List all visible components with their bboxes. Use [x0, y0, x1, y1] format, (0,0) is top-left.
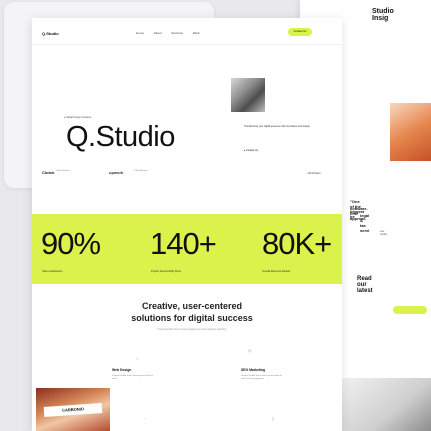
nav-link-work[interactable]: Work: [193, 31, 200, 35]
upwork-sub: 5 Star Reviews: [134, 170, 148, 172]
nav-link-about[interactable]: About: [154, 31, 162, 35]
contact-us-button[interactable]: Contact Us: [288, 28, 312, 36]
service-icon: □: [136, 356, 139, 361]
right-panel-button[interactable]: [393, 306, 427, 314]
service-seo-body: Unique flexible Intent lorem ipsum dolor…: [241, 375, 283, 380]
clutch-sub: 5 Star Reviews: [56, 170, 70, 172]
right-panel-quote-3: legal & tax servi: [360, 213, 370, 233]
nav-link-services[interactable]: Services: [171, 31, 183, 35]
top-nav: Q.Studio Home About Services Work Contac…: [32, 18, 342, 46]
stat-2-number: 140+: [150, 226, 217, 261]
hero-brand-title: Q.Studio: [66, 121, 175, 153]
right-panel-image: [390, 103, 431, 161]
right-panel-bottom-image: [341, 378, 431, 431]
clutch-logo: Clutch: [42, 170, 55, 175]
right-panel-read: Read our latest: [357, 276, 373, 294]
main-page: Q.Studio Home About Services Work Contac…: [32, 18, 342, 431]
section-subtitle: Unique flexible Intent Local engagement …: [157, 328, 227, 331]
stat-1-label: Client satisfaction: [42, 270, 63, 273]
service-web-design-title: Web Design: [112, 368, 132, 372]
service-web-design-body: Unique flexible Intent lorem ipsum dolor…: [112, 375, 154, 380]
stat-3-number: 80K+: [262, 226, 332, 261]
section-title-line-2: solutions for digital success: [131, 313, 253, 323]
section-title-line-1: Creative, user-centered: [141, 301, 243, 311]
stats-band: 90% Client satisfaction 140+ Project Suc…: [32, 214, 342, 284]
nav-logo[interactable]: Q.Studio: [42, 31, 59, 36]
service-icon: ◎: [248, 348, 252, 353]
upwork-logo: upwork: [109, 170, 124, 175]
stat-2-label: Project Successfully Done: [151, 270, 182, 273]
stage: Studio Insig "One of the biggest be soft…: [0, 0, 431, 431]
hero-team-photo: [231, 78, 265, 112]
nav-link-home[interactable]: Home: [136, 31, 144, 35]
nav-divider: [32, 44, 342, 45]
stat-1-number: 90%: [41, 226, 101, 261]
hero-contact-link[interactable]: ● Contact Us: [244, 149, 258, 152]
nav-links: Home About Services Work: [136, 31, 209, 35]
right-panel-author: Lee Andra: [380, 230, 387, 236]
scroll-down-link[interactable]: ↓ Scroll Down: [306, 172, 321, 175]
section-title: Creative, user-centered solutions for di…: [92, 300, 292, 324]
service-icon: ▯: [272, 416, 275, 421]
stat-3-label: Overall Revenue Raised: [262, 270, 291, 273]
service-icon: ▫: [144, 416, 146, 421]
right-panel-title: Studio Insig: [372, 8, 394, 22]
service-seo-title: SEO Marketing: [241, 368, 266, 372]
hero-copy: Transforming your digital presence with …: [244, 125, 310, 128]
hero-tag: ● Digital Design Solutions: [64, 116, 92, 119]
